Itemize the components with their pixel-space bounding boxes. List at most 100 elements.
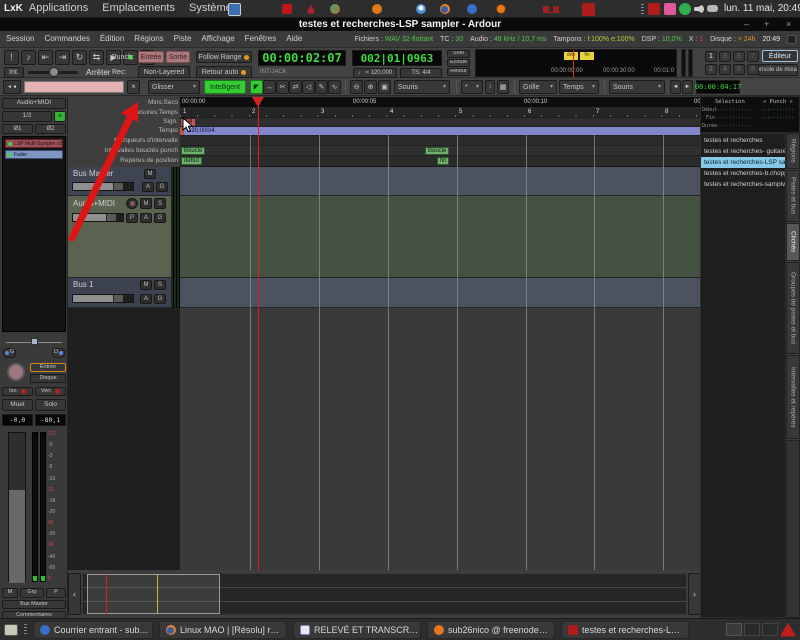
start-marker[interactable]: début xyxy=(181,157,202,165)
metering-point-button[interactable]: M xyxy=(2,588,18,598)
task-mail[interactable]: Courrier entrant - sub… xyxy=(33,621,153,639)
peak-display[interactable]: -80,1 xyxy=(35,414,66,426)
mini-timeline-marker-start[interactable]: déb xyxy=(564,52,578,60)
audition-tool-button[interactable]: ◁ xyxy=(302,80,315,94)
selection-length-clock[interactable]: --:--:--:-- xyxy=(717,123,750,129)
chromium-icon[interactable] xyxy=(416,4,426,14)
go-end-button[interactable]: ⇥ xyxy=(55,50,70,65)
menu-piste[interactable]: Piste xyxy=(174,35,192,43)
follow-range-button[interactable]: Follow Range xyxy=(196,51,252,63)
show-mixer-button[interactable]: Console de mixage xyxy=(758,64,798,76)
processor-box[interactable]: LSP Multi-Sampler x24 Fader xyxy=(2,136,66,332)
listen-indicator-button[interactable]: Ecoute xyxy=(447,59,470,67)
shuttle-mode-button[interactable]: Int. xyxy=(4,67,24,78)
track-header-audio-midi[interactable]: Audio+MIDI M S P A G xyxy=(68,196,171,278)
workspace-2[interactable] xyxy=(744,623,760,636)
output-routing-button[interactable]: Bus Master xyxy=(2,600,66,609)
midi-panic-button[interactable]: ! xyxy=(4,50,19,65)
group-button[interactable]: G xyxy=(154,294,166,304)
snap-combo[interactable]: *▾ xyxy=(461,80,483,94)
tray-volume-icon[interactable] xyxy=(694,4,704,14)
menu-aide[interactable]: Aide xyxy=(286,35,302,43)
script-button-2[interactable]: 2 xyxy=(705,64,717,75)
nudge-clock[interactable]: 00:00:04:17 xyxy=(696,80,740,94)
playhead[interactable] xyxy=(258,97,259,570)
track-fader[interactable] xyxy=(72,294,134,303)
solo-indicator-button[interactable]: Solo xyxy=(447,50,470,58)
secondary-clock[interactable]: 002|01|0963 xyxy=(352,50,442,66)
signature-marker[interactable]: 4/4 xyxy=(181,119,195,126)
selection-end-clock[interactable]: --:--:--:-- xyxy=(717,115,750,121)
tab-snapshots[interactable]: Clichés xyxy=(786,223,800,261)
shuttle-slider[interactable] xyxy=(28,71,78,74)
chat-icon[interactable] xyxy=(467,4,477,14)
tab-regions[interactable]: Régions xyxy=(786,133,800,169)
track-fader[interactable] xyxy=(72,213,124,222)
punch-start-clock[interactable]: --:--:--:-- xyxy=(761,107,794,113)
menu-emplacements[interactable]: Emplacements xyxy=(102,3,175,14)
hexchat-icon[interactable] xyxy=(496,4,506,14)
tab-track-groups[interactable]: Groupes de pistes et bus xyxy=(786,262,800,354)
strip-record-button[interactable] xyxy=(7,363,25,381)
track-name-bus-master[interactable]: Bus Master xyxy=(73,170,113,178)
workspace-3[interactable] xyxy=(762,623,778,636)
cut-tool-button[interactable]: ✂ xyxy=(276,80,289,94)
group-assign-button[interactable]: Grp xyxy=(20,588,44,598)
snapshot-item[interactable]: testes et recherches xyxy=(701,135,785,146)
processor-led[interactable] xyxy=(8,142,12,146)
ardour-panel-icon[interactable] xyxy=(306,4,316,14)
mute-button[interactable]: M xyxy=(140,198,152,209)
grid-mode-combo[interactable]: Grille▾ xyxy=(519,80,557,94)
playhead-marker[interactable] xyxy=(252,97,264,107)
sync-source-label[interactable]: INT/JACK xyxy=(260,69,287,75)
task-hexchat[interactable]: sub26nico @ freenode… xyxy=(427,621,555,639)
processor-lsp-sampler[interactable]: LSP Multi-Sampler x24 xyxy=(5,139,63,148)
track-name-audio-midi[interactable]: Audio+MIDI xyxy=(73,200,115,208)
menu-regions[interactable]: Régions xyxy=(134,35,163,43)
edit-mode-combo[interactable]: Glisser▾ xyxy=(148,80,200,94)
mini-timeline[interactable]: déb fin 00:00:00:00 00:00:30:00 00:01:0 xyxy=(475,49,677,77)
feedback-indicator-button[interactable]: Retour xyxy=(447,68,470,76)
summary-scroll-left-button[interactable]: ‹ xyxy=(68,573,81,615)
glasses-icon[interactable] xyxy=(543,6,559,13)
solo-button[interactable]: S xyxy=(154,280,166,290)
firefox-icon[interactable] xyxy=(440,4,450,14)
script-button-3[interactable]: 3 xyxy=(719,51,731,62)
punch-end-clock[interactable]: --:--:--:-- xyxy=(761,115,794,121)
ruler-label-minsecs[interactable]: Mins:Secs xyxy=(70,100,178,107)
edit-tool-button[interactable]: ∿ xyxy=(328,80,341,94)
task-document[interactable]: RELEVÉ ET TRANSCR… xyxy=(293,621,421,639)
media-app-icon[interactable] xyxy=(228,3,241,16)
automation-button[interactable]: A xyxy=(140,213,152,223)
snapshot-item-selected[interactable]: testes et recherches-LSP sample xyxy=(701,157,785,168)
zoom-focus-combo[interactable]: Souris▾ xyxy=(394,80,450,94)
panner-handle[interactable] xyxy=(31,338,38,345)
zoom-in-button[interactable]: ⊕ xyxy=(364,80,377,94)
loop-start-marker[interactable]: Boucle xyxy=(181,147,205,155)
menu-edition[interactable]: Édition xyxy=(100,35,124,43)
mute-button[interactable]: M xyxy=(140,280,152,290)
record-arm-button[interactable] xyxy=(126,198,138,209)
workspace-1[interactable] xyxy=(726,623,742,636)
show-desktop-button[interactable] xyxy=(4,624,18,636)
draw-tool-button[interactable]: ✎ xyxy=(315,80,328,94)
gain-display[interactable]: -0,0 xyxy=(2,414,33,426)
pan-left-button[interactable]: G xyxy=(3,348,16,358)
show-editor-button[interactable]: Éditeur xyxy=(762,50,798,62)
rec-mode-button[interactable]: Non-Layered xyxy=(138,66,190,78)
ruler-label-bars[interactable]: Mesures:Temps xyxy=(70,110,178,117)
zoom-out-button[interactable]: ⊖ xyxy=(350,80,363,94)
feedback-close-button[interactable]: × xyxy=(127,80,140,94)
strip-solo-button[interactable]: Solo xyxy=(35,399,66,411)
script-button-1[interactable]: 1 xyxy=(705,51,717,62)
tab-tracks-buses[interactable]: Pistes et bus xyxy=(786,170,800,222)
notification-ardour-icon[interactable] xyxy=(780,623,796,637)
group-button[interactable]: G xyxy=(154,213,166,223)
phase-invert-1-button[interactable]: Ø1 xyxy=(2,124,33,134)
script-button-5[interactable]: 5 xyxy=(733,51,745,62)
strip-mute-button[interactable]: Muet xyxy=(2,399,33,411)
meter-post-button[interactable]: P xyxy=(46,588,66,598)
group-button[interactable]: G xyxy=(156,182,168,192)
distro-logo-icon[interactable]: LxK xyxy=(4,3,23,14)
snap-spinner[interactable]: ↕ xyxy=(485,80,495,94)
